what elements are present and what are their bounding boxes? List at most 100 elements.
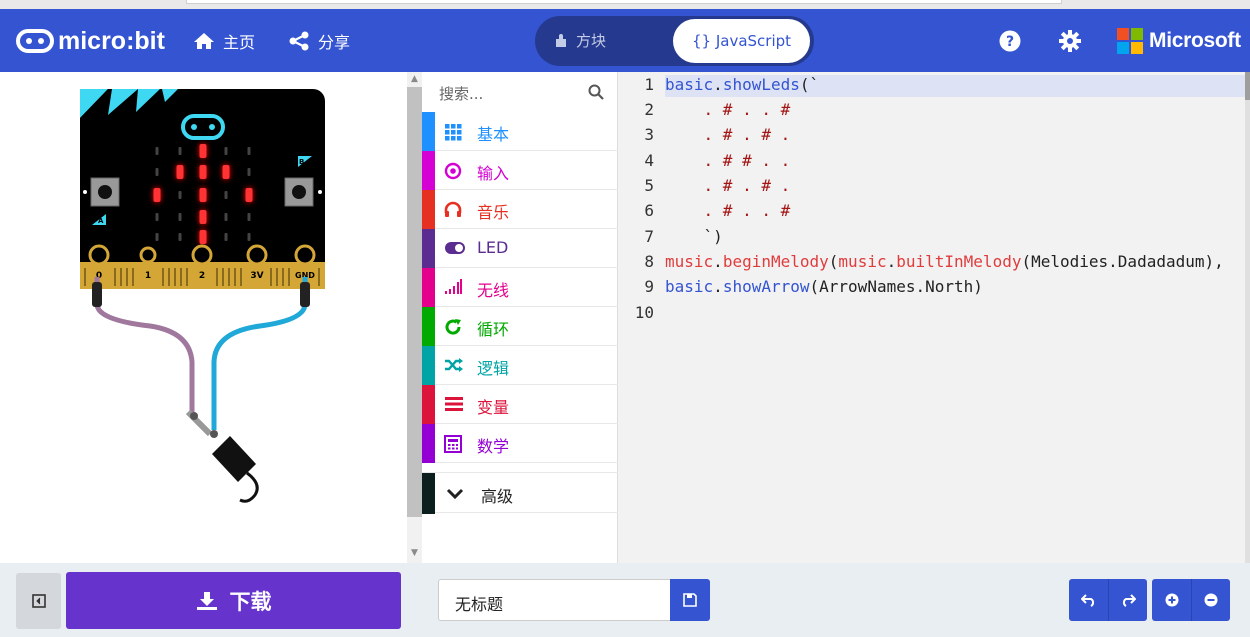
simulator-panel: A B 0 1 2 3V GND [0, 72, 407, 563]
toolbox-category[interactable]: 逻辑 [422, 346, 618, 385]
code-line-8[interactable]: music.beginMelody(music.builtInMelody(Me… [665, 252, 1224, 271]
toolbox-category[interactable]: 变量 [422, 385, 618, 424]
zoom-out-button[interactable] [1191, 579, 1230, 621]
edge-pin[interactable]: 2 [191, 244, 213, 289]
toolbox-category[interactable]: LED [422, 229, 618, 268]
footer-bar: 下载 无标题 [0, 563, 1250, 637]
led [178, 191, 182, 199]
redo-button[interactable] [1108, 579, 1147, 621]
logo-text: micro:bit [58, 26, 165, 55]
browser-strip [0, 0, 1250, 9]
puzzle-icon [556, 33, 566, 47]
zoom-in-button[interactable] [1152, 579, 1191, 621]
category-color-bar [422, 424, 435, 463]
microbit-logo[interactable]: micro:bit [16, 26, 165, 55]
target-icon [444, 162, 462, 180]
led [222, 165, 230, 179]
list-icon [444, 396, 463, 414]
category-color-bar [422, 151, 435, 190]
line-number: 2 [644, 100, 654, 119]
category-label: 数学 [477, 437, 510, 456]
code-line-9[interactable]: basic.showArrow(ArrowNames.North) [665, 277, 983, 296]
category-color-bar [422, 307, 435, 346]
microsoft-squares-icon [1117, 28, 1143, 54]
led [155, 168, 159, 176]
zoom-out-icon [1204, 593, 1218, 607]
calculator-icon [444, 435, 462, 453]
category-label: 输入 [477, 164, 510, 183]
collapse-simulator-button[interactable] [16, 573, 61, 629]
pin-label: 1 [145, 271, 151, 281]
code-editor[interactable]: 1 2 3 4 5 6 7 8 9 10 basic.showLeds(` . # . . # .… [618, 72, 1250, 563]
advanced-label: 高级 [481, 487, 514, 506]
javascript-tab[interactable]: {} JavaScript [673, 19, 810, 63]
project-name-input[interactable]: 无标题 [438, 579, 671, 621]
code-line-1[interactable]: basic.showLeds(` [665, 75, 819, 94]
code-line-4[interactable]: . # # . . [665, 151, 791, 170]
microsoft-logo[interactable]: Microsoft [1117, 28, 1241, 54]
signal-icon [444, 279, 462, 297]
download-icon [196, 591, 217, 610]
toolbox-scrollbar[interactable]: ▲ ▼ [407, 72, 422, 563]
toolbox-category[interactable]: 无线 [422, 268, 618, 307]
led [155, 213, 159, 221]
chevron-down-icon [446, 488, 464, 500]
scroll-down-icon[interactable]: ▼ [409, 548, 420, 559]
shuffle-icon [444, 357, 463, 375]
led [247, 233, 251, 241]
toolbox-advanced[interactable]: 高级 [422, 472, 618, 514]
share-button[interactable]: 分享 [288, 30, 350, 52]
download-button[interactable]: 下载 [66, 572, 401, 629]
category-color-bar [422, 346, 435, 385]
toolbox-category[interactable]: 基本 [422, 112, 618, 151]
save-button[interactable] [670, 579, 710, 621]
category-label: 变量 [477, 398, 510, 417]
edge-pin[interactable]: 3V [246, 244, 268, 289]
led [247, 147, 251, 155]
code-line-7[interactable]: `) [665, 227, 723, 246]
save-icon [683, 593, 697, 607]
code-line-5[interactable]: . # . # . [665, 176, 791, 195]
microbit-logo-icon [16, 29, 54, 53]
led [155, 233, 159, 241]
led [178, 147, 182, 155]
refresh-icon [444, 318, 462, 336]
led [199, 210, 207, 224]
edge-pin[interactable]: 1 [137, 246, 159, 289]
scroll-up-icon[interactable]: ▲ [409, 74, 420, 85]
search-input[interactable]: 搜索... [439, 83, 483, 104]
help-icon[interactable]: ? [998, 29, 1022, 53]
toolbox-category[interactable]: 数学 [422, 424, 618, 463]
microsoft-label: Microsoft [1149, 29, 1241, 52]
line-number: 7 [644, 227, 654, 246]
led [224, 213, 228, 221]
gear-icon[interactable] [1058, 29, 1082, 53]
editor-scrollbar-thumb[interactable] [1245, 72, 1250, 100]
headphone-jack [185, 409, 259, 503]
line-number: 5 [644, 176, 654, 195]
toggle-icon [444, 240, 465, 258]
home-icon [194, 33, 214, 49]
toolbox-category[interactable]: 音乐 [422, 190, 618, 229]
editor-scrollbar[interactable] [1245, 72, 1250, 563]
search-icon[interactable] [588, 84, 604, 100]
toolbox: 搜索... 基本 输入 音乐 LED 无线 循环 逻辑 变量 数学 高级 [422, 72, 618, 563]
category-label: 无线 [477, 281, 510, 300]
led [224, 233, 228, 241]
microbit-board[interactable]: A B 0 1 2 3V GND [0, 72, 407, 563]
undo-button[interactable] [1069, 579, 1108, 621]
address-bar[interactable] [186, 0, 1062, 4]
home-button[interactable]: 主页 [193, 30, 255, 52]
blocks-tab[interactable]: 方块 [555, 30, 606, 51]
code-line-2[interactable]: . # . . # [665, 100, 791, 119]
zoom-group [1152, 579, 1230, 621]
scrollbar-thumb[interactable] [407, 87, 422, 517]
toolbox-category[interactable]: 输入 [422, 151, 618, 190]
category-color-bar [422, 385, 435, 424]
toolbox-category[interactable]: 循环 [422, 307, 618, 346]
led [153, 188, 161, 202]
code-line-3[interactable]: . # . # . [665, 125, 791, 144]
code-line-6[interactable]: . # . . # [665, 201, 791, 220]
line-number: 6 [644, 201, 654, 220]
search-box[interactable]: 搜索... [422, 72, 618, 112]
